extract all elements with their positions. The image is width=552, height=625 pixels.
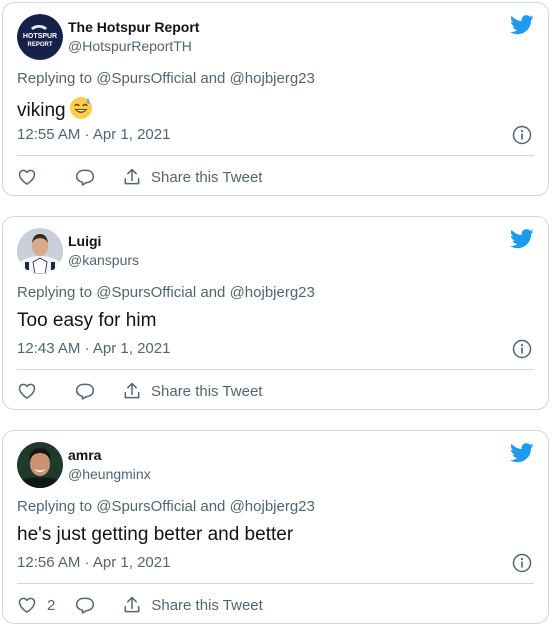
- tweet-text: he's just getting better and better: [17, 524, 294, 545]
- reply-and: and: [200, 284, 226, 301]
- avatar[interactable]: [17, 442, 63, 488]
- mention-link[interactable]: @hojbjerg23: [230, 70, 315, 87]
- divider: [17, 155, 534, 156]
- tweet-timestamp[interactable]: 12:56 AM · Apr 1, 2021: [17, 554, 170, 571]
- reply-prefix: Replying to: [17, 498, 93, 515]
- reply-button[interactable]: [75, 381, 95, 401]
- share-icon: [124, 168, 140, 185]
- share-icon: [124, 382, 140, 399]
- reply-context: Replying to @SpursOfficial and @hojbjerg…: [17, 70, 315, 87]
- tweet-text: viking: [17, 96, 93, 126]
- info-icon[interactable]: [512, 339, 532, 359]
- logo-text: REPORT: [27, 42, 52, 48]
- author-name[interactable]: amra: [68, 447, 101, 463]
- twitter-bird-icon[interactable]: [510, 443, 534, 463]
- divider: [17, 369, 534, 370]
- tweet-text: Too easy for him: [17, 310, 157, 331]
- tweet-card[interactable]: amra @heungminx Replying to @SpursOffici…: [2, 430, 549, 624]
- twitter-bird-icon[interactable]: [510, 229, 534, 249]
- reply-context: Replying to @SpursOfficial and @hojbjerg…: [17, 498, 315, 515]
- avatar[interactable]: HOTSPUR REPORT: [17, 14, 63, 60]
- share-button[interactable]: Share this Tweet: [122, 381, 262, 401]
- action-bar: 2 Share this Tweet: [17, 594, 263, 616]
- like-button[interactable]: [17, 381, 47, 401]
- logo-text: HOTSPUR: [23, 33, 57, 40]
- tweet-timestamp[interactable]: 12:43 AM · Apr 1, 2021: [17, 340, 170, 357]
- author-handle[interactable]: @HotspurReportTH: [68, 38, 192, 54]
- share-icon: [124, 596, 140, 613]
- action-bar: Share this Tweet: [17, 380, 262, 402]
- heart-icon: [18, 383, 36, 399]
- author-name[interactable]: Luigi: [68, 233, 101, 249]
- like-count: 2: [47, 596, 56, 614]
- reply-context: Replying to @SpursOfficial and @hojbjerg…: [17, 284, 315, 301]
- reply-prefix: Replying to: [17, 284, 93, 301]
- reply-button[interactable]: [75, 167, 95, 187]
- reply-and: and: [200, 70, 226, 87]
- share-label: Share this Tweet: [151, 382, 263, 400]
- mention-link[interactable]: @hojbjerg23: [230, 284, 315, 301]
- author-name[interactable]: The Hotspur Report: [68, 19, 199, 35]
- mention-link[interactable]: @SpursOfficial: [96, 70, 196, 87]
- like-button[interactable]: [17, 167, 47, 187]
- reply-bubble-icon: [75, 383, 95, 400]
- reply-button[interactable]: [75, 595, 95, 615]
- heart-icon: [18, 169, 36, 185]
- author-handle[interactable]: @kanspurs: [68, 252, 139, 268]
- reply-bubble-icon: [76, 597, 95, 614]
- mention-link[interactable]: @hojbjerg23: [230, 498, 315, 515]
- mention-link[interactable]: @SpursOfficial: [96, 284, 196, 301]
- share-label: Share this Tweet: [151, 596, 263, 614]
- reply-bubble-icon: [75, 169, 95, 186]
- share-label: Share this Tweet: [151, 168, 263, 186]
- tweet-text-content: viking: [17, 100, 66, 121]
- tweet-timestamp[interactable]: 12:55 AM · Apr 1, 2021: [17, 126, 170, 143]
- like-button[interactable]: 2: [17, 595, 55, 615]
- author-handle[interactable]: @heungminx: [68, 466, 151, 482]
- share-button[interactable]: Share this Tweet: [122, 167, 262, 187]
- divider: [17, 583, 534, 584]
- reply-prefix: Replying to: [17, 70, 93, 87]
- info-icon[interactable]: [512, 553, 532, 573]
- grinning-sweat-emoji-icon: [69, 96, 93, 126]
- reply-and: and: [200, 498, 226, 515]
- tweet-card[interactable]: HOTSPUR REPORT The Hotspur Report @Hotsp…: [2, 2, 549, 196]
- share-button[interactable]: Share this Tweet: [122, 595, 263, 615]
- info-icon[interactable]: [512, 125, 532, 145]
- action-bar: Share this Tweet: [17, 166, 262, 188]
- heart-icon: [18, 597, 36, 613]
- tweet-card[interactable]: Luigi @kanspurs Replying to @SpursOffici…: [2, 216, 549, 410]
- mention-link[interactable]: @SpursOfficial: [96, 498, 196, 515]
- avatar[interactable]: [17, 228, 63, 274]
- twitter-bird-icon[interactable]: [510, 15, 534, 35]
